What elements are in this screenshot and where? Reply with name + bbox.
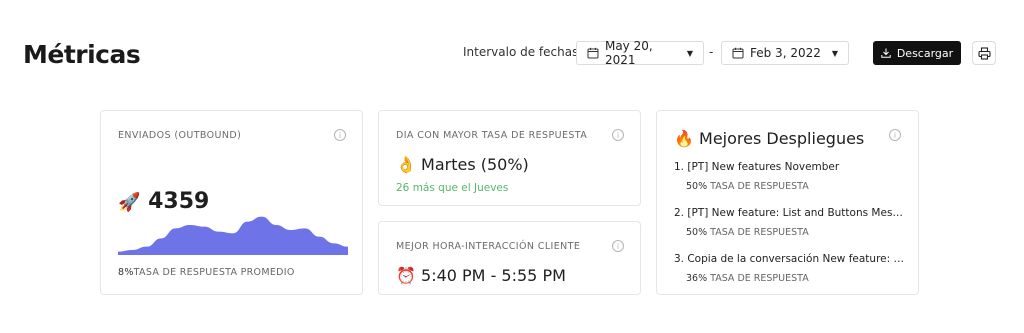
outbound-count: 4359	[148, 189, 210, 214]
deploy-item[interactable]: 3. Copia de la conversación New feature:…	[674, 253, 904, 284]
best-hour-value: ⏰ 5:40 PM - 5:55 PM	[396, 266, 566, 285]
best-hour-card: MEJOR HORA-INTERACCIÓN CLIENTE i ⏰ 5:40 …	[378, 221, 641, 295]
outbound-card: ENVIADOS (OUTBOUND) i 🚀 4359 8%TASA DE R…	[100, 110, 363, 295]
end-date-value: Feb 3, 2022	[750, 46, 821, 60]
deploy-rate: 50% TASA DE RESPUESTA	[686, 227, 904, 238]
ok-hand-icon: 👌	[396, 155, 416, 174]
best-hour-text: 5:40 PM - 5:55 PM	[421, 266, 566, 285]
info-icon[interactable]: i	[889, 129, 901, 141]
best-day-value: 👌 Martes (50%)	[396, 155, 529, 174]
deploys-title: 🔥 Mejores Despliegues	[674, 129, 864, 148]
download-icon	[881, 48, 891, 58]
outbound-footer: 8%TASA DE RESPUESTA PROMEDIO	[118, 267, 295, 278]
caret-down-icon: ▼	[686, 48, 693, 58]
fire-icon: 🔥	[674, 129, 694, 148]
start-date-value: May 20, 2021	[604, 39, 653, 67]
deploy-rate-label: TASA DE RESPUESTA	[710, 273, 809, 284]
best-day-text: Martes (50%)	[421, 155, 529, 174]
outbound-sparkline	[118, 216, 348, 255]
calendar-icon	[587, 47, 599, 59]
caret-down-icon: ▼	[831, 48, 838, 58]
outbound-card-label: ENVIADOS (OUTBOUND)	[118, 130, 242, 141]
deploy-rate-value: 50%	[686, 181, 708, 192]
deploy-rate-label: TASA DE RESPUESTA	[710, 227, 809, 238]
download-button[interactable]: Descargar	[873, 41, 961, 65]
alarm-clock-icon: ⏰	[396, 266, 416, 285]
start-date-picker[interactable]: May 20, 2021 ▼	[576, 39, 704, 67]
deploy-rate: 36% TASA DE RESPUESTA	[686, 273, 904, 284]
deploys-title-text: Mejores Despliegues	[699, 129, 865, 148]
rocket-icon: 🚀	[118, 192, 141, 213]
best-day-card: DIA CON MAYOR TASA DE RESPUESTA i 👌 Mart…	[378, 110, 641, 206]
deploy-rate-value: 50%	[686, 227, 708, 238]
deploy-item[interactable]: 2. [PT] New feature: List and Buttons Me…	[674, 207, 904, 238]
calendar-icon	[732, 47, 744, 59]
deploy-item[interactable]: 1. [PT] New features November 50% TASA D…	[674, 161, 904, 192]
deploy-rate-value: 36%	[686, 273, 708, 284]
outbound-value: 🚀 4359	[118, 189, 209, 214]
deploy-name: 3. Copia de la conversación New feature:…	[674, 253, 904, 265]
info-icon[interactable]: i	[612, 240, 624, 252]
page-title: Métricas	[23, 40, 141, 69]
sparkline-area	[118, 216, 348, 255]
deploy-rate-label: TASA DE RESPUESTA	[710, 181, 809, 192]
info-icon[interactable]: i	[334, 129, 346, 141]
best-hour-card-label: MEJOR HORA-INTERACCIÓN CLIENTE	[396, 241, 581, 252]
outbound-rate: 8%	[118, 267, 134, 278]
info-icon[interactable]: i	[612, 129, 624, 141]
deploy-name: 1. [PT] New features November	[674, 161, 840, 173]
end-date-picker[interactable]: Feb 3, 2022 ▼	[721, 41, 849, 65]
best-day-card-label: DIA CON MAYOR TASA DE RESPUESTA	[396, 130, 588, 141]
deploy-rate: 50% TASA DE RESPUESTA	[686, 181, 904, 192]
deploy-name: 2. [PT] New feature: List and Buttons Me…	[674, 207, 904, 219]
outbound-rate-label: TASA DE RESPUESTA PROMEDIO	[133, 267, 295, 278]
date-separator: -	[709, 45, 714, 59]
deploys-card: 🔥 Mejores Despliegues i 1. [PT] New feat…	[656, 110, 919, 295]
printer-icon	[977, 46, 991, 60]
download-button-label: Descargar	[896, 46, 954, 60]
print-button[interactable]	[972, 41, 996, 65]
best-day-comparison: 26 más que el Jueves	[396, 182, 509, 194]
date-range-label: Intervalo de fechas	[463, 45, 579, 59]
